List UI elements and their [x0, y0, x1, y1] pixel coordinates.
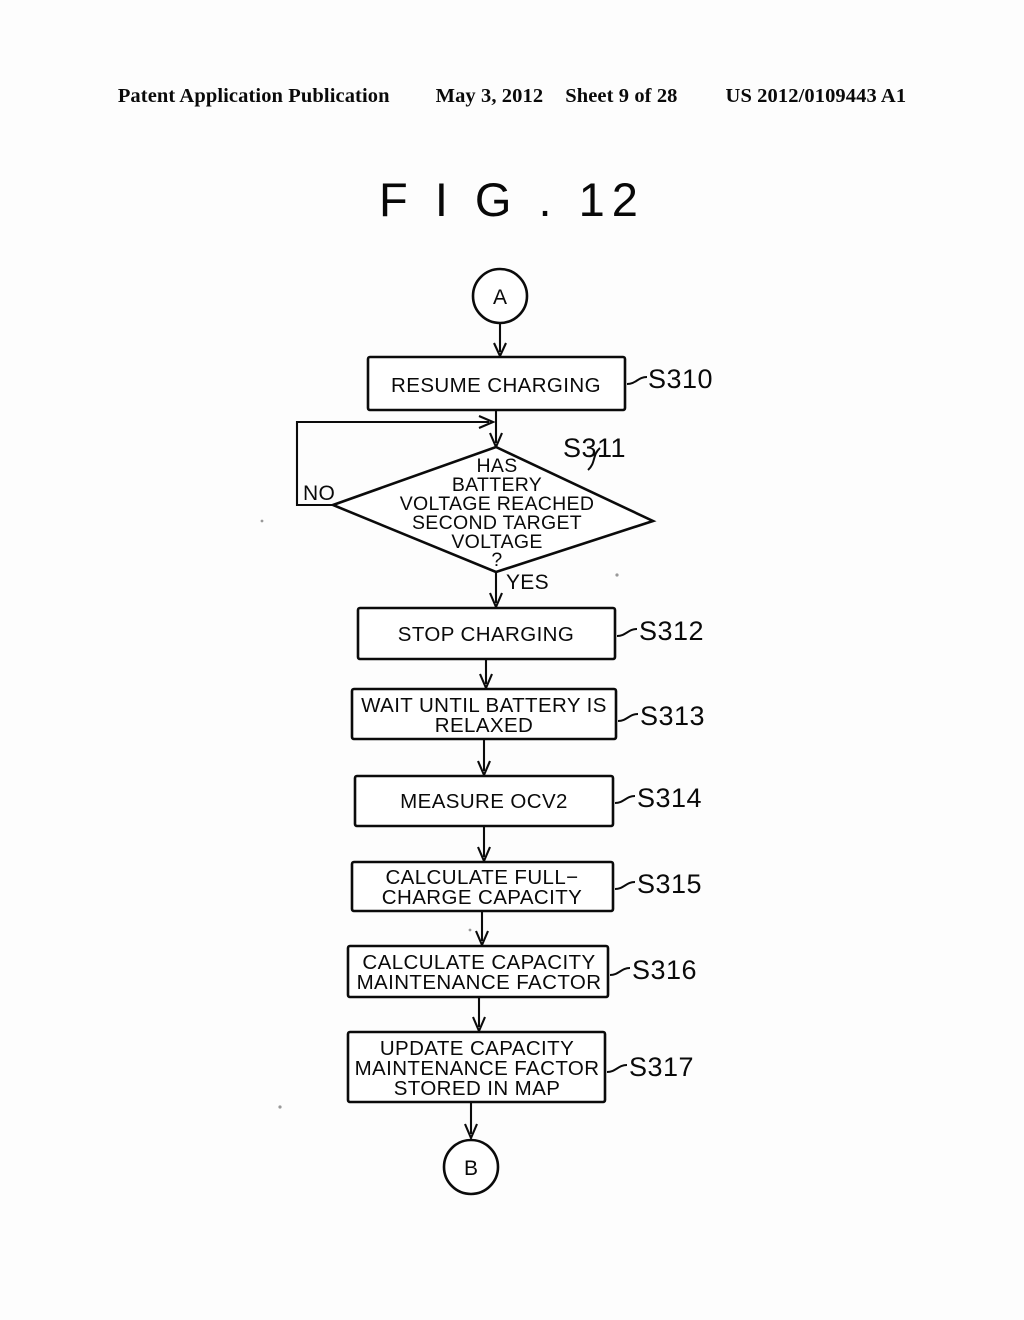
scan-speck [278, 1105, 282, 1109]
node-S310-line-0: RESUME CHARGING [391, 374, 601, 397]
node-S311-step-label: S311 [563, 433, 626, 463]
connector-end-B: B [442, 1138, 500, 1196]
node-S314: MEASURE OCV2 S314 [353, 774, 702, 828]
node-S312-line-0: STOP CHARGING [398, 623, 574, 646]
node-S317-line-2: STORED IN MAP [394, 1077, 561, 1100]
node-S315-line-1: CHARGE CAPACITY [382, 886, 582, 909]
node-S315-step-label: S315 [637, 869, 702, 899]
arrow-S317-to-B [464, 1102, 478, 1141]
node-S317: UPDATE CAPACITY MAINTENANCE FACTOR STORE… [346, 1030, 694, 1104]
node-S313-line-1: RELAXED [435, 714, 534, 737]
patent-page: Patent Application Publication May 3, 20… [0, 0, 1024, 1320]
connector-start-A: A [471, 267, 529, 325]
node-S312-step-label: S312 [639, 616, 704, 646]
scan-speck [260, 519, 264, 523]
node-S316-step-label: S316 [632, 955, 697, 985]
arrow-S311-to-S312: YES [489, 571, 549, 610]
node-S317-step-label: S317 [629, 1052, 694, 1082]
edge-label-no: NO [303, 482, 335, 505]
connector-end-label: B [464, 1157, 478, 1180]
scan-speck [468, 928, 472, 932]
node-S313-step-label: S313 [640, 701, 705, 731]
arrow-S316-to-S317 [472, 997, 486, 1034]
arrow-S314-to-S315 [477, 826, 491, 864]
arrow-A-to-S310 [493, 323, 507, 359]
scan-speck [615, 573, 619, 577]
node-S314-line-0: MEASURE OCV2 [400, 790, 568, 813]
arrow-S313-to-S314 [477, 739, 491, 778]
node-S311: HAS BATTERY VOLTAGE REACHED SECOND TARGE… [329, 433, 657, 574]
node-S315: CALCULATE FULL− CHARGE CAPACITY S315 [350, 860, 702, 913]
arrow-S310-to-S311 [489, 410, 503, 450]
arrow-S315-to-S316 [475, 911, 489, 948]
edge-label-yes: YES [506, 571, 549, 594]
node-S316: CALCULATE CAPACITY MAINTENANCE FACTOR S3… [346, 944, 697, 999]
node-S314-step-label: S314 [637, 783, 702, 813]
node-S316-line-1: MAINTENANCE FACTOR [357, 971, 602, 994]
node-S310-step-label: S310 [648, 364, 713, 394]
node-S313: WAIT UNTIL BATTERY IS RELAXED S313 [350, 687, 705, 741]
node-S311-line-5: ? [491, 549, 502, 571]
arrow-S312-to-S313 [479, 659, 493, 691]
node-S312: STOP CHARGING S312 [356, 606, 704, 661]
flowchart-diagram: A RESUME CHARGING S310 NO HAS BATTERY VO… [260, 267, 713, 1196]
connector-start-label: A [493, 286, 507, 309]
node-S310: RESUME CHARGING S310 [366, 355, 713, 412]
